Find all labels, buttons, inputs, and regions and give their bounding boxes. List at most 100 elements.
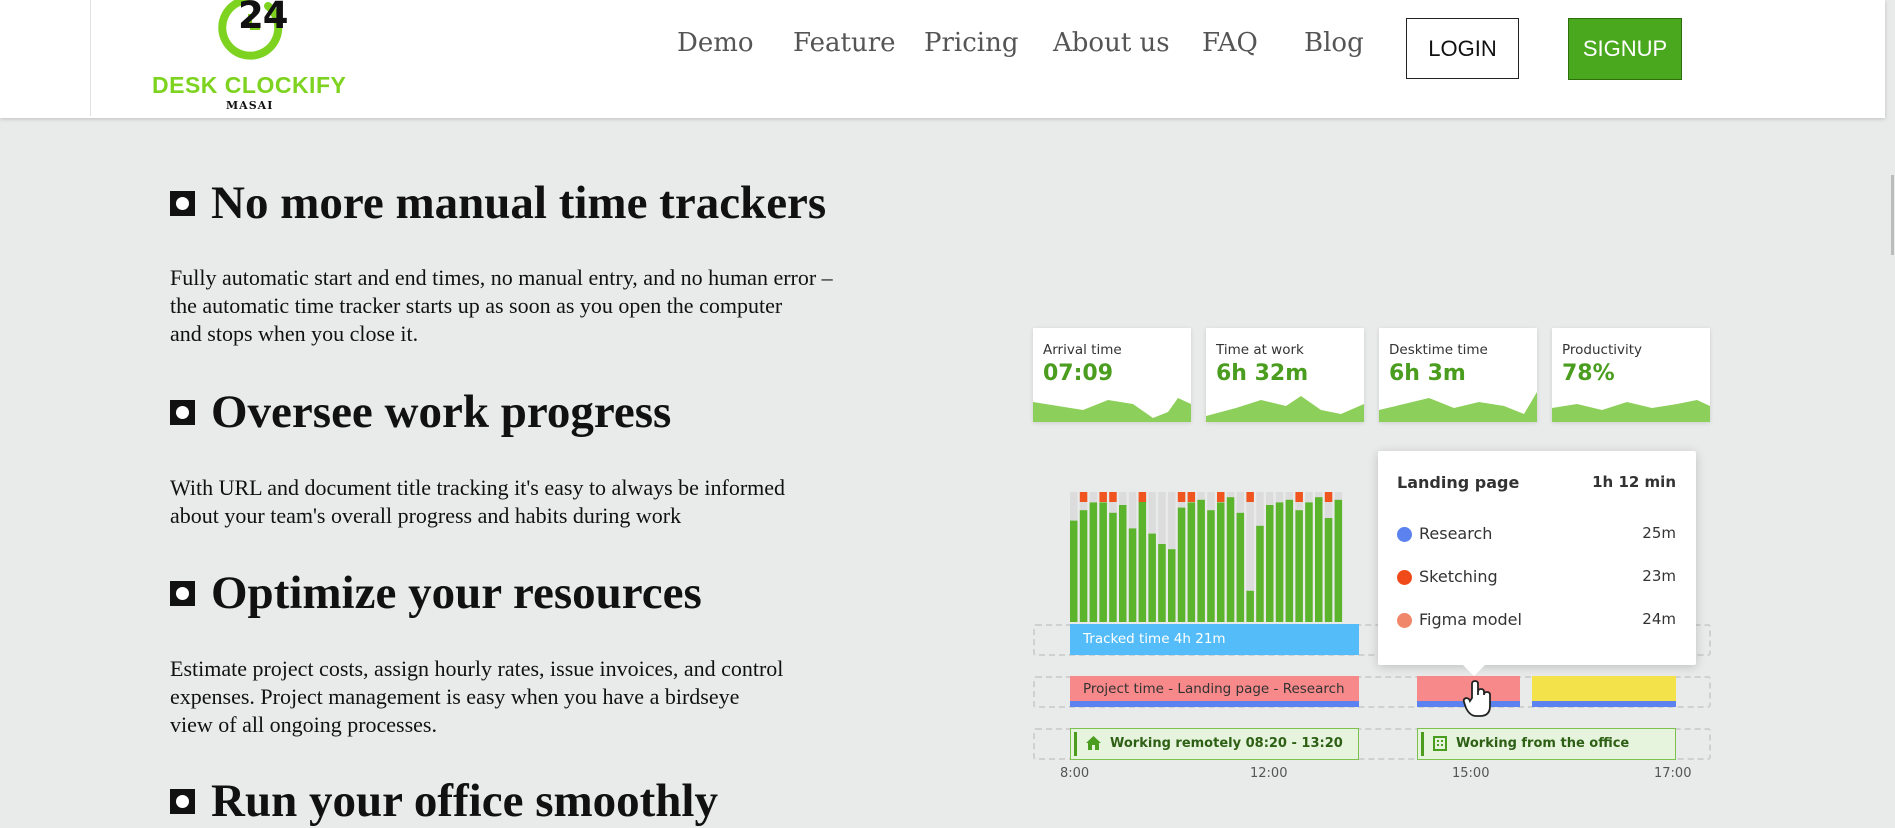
activity-bar — [1256, 525, 1264, 622]
activity-bar — [1315, 497, 1323, 622]
home-icon — [1086, 736, 1101, 750]
office-marker — [1421, 732, 1424, 756]
feature-text-1: Fully automatic start and end times, no … — [170, 265, 833, 346]
activity-bar — [1148, 533, 1156, 622]
sparkline — [1206, 396, 1364, 422]
bullet-icon — [170, 190, 195, 216]
activity-bar-unproductive — [1217, 492, 1225, 502]
activity-bar — [1226, 497, 1235, 622]
activity-bar — [1109, 512, 1117, 622]
logo[interactable]: 24 DESK CLOCKIFY MASAI — [150, 0, 350, 116]
activity-bar — [1158, 544, 1166, 622]
nav-pricing[interactable]: Pricing — [924, 28, 1019, 58]
nav-faq[interactable]: FAQ — [1202, 28, 1258, 58]
office-building-icon — [1433, 736, 1447, 751]
nav-feature[interactable]: Feature — [793, 28, 896, 58]
tracked-time-label: Tracked time 4h 21m — [1083, 631, 1226, 647]
activity-bar — [1266, 505, 1274, 622]
activity-bar — [1079, 510, 1088, 622]
activity-bar-chart — [1070, 492, 1343, 622]
activity-bar — [1070, 520, 1078, 622]
activity-bar-unproductive — [1099, 492, 1107, 502]
activity-bar — [1177, 507, 1186, 622]
activity-bar-unproductive — [1187, 492, 1196, 502]
project-time-bar-3 — [1532, 676, 1676, 701]
activity-bar — [1128, 528, 1137, 622]
feature-title-3: Optimize your resources — [170, 566, 702, 620]
timeline-label-17: 17:00 — [1654, 766, 1692, 781]
feature-text-3: Estimate project costs, assign hourly ra… — [170, 656, 784, 737]
activity-bar — [1236, 512, 1245, 622]
hand-cursor-icon — [1462, 680, 1491, 717]
signup-button[interactable]: SIGNUP — [1568, 18, 1682, 80]
nav-blog[interactable]: Blog — [1304, 28, 1364, 58]
project-research-strip-3 — [1532, 701, 1676, 707]
activity-bar — [1334, 499, 1343, 622]
activity-bar — [1217, 502, 1225, 622]
logo-subtitle: MASAI — [226, 99, 274, 112]
timeline-label-12: 12:00 — [1250, 766, 1288, 781]
stat-value: 07:09 — [1043, 361, 1114, 386]
header-divider — [90, 0, 91, 116]
activity-bar — [1138, 499, 1147, 622]
stat-card-desktime: Desktime time 6h 3m — [1379, 328, 1537, 422]
project-time-label: Project time - Landing page - Research — [1083, 681, 1345, 697]
stat-card-arrival: Arrival time 07:09 — [1033, 328, 1191, 422]
activity-bar — [1187, 502, 1196, 622]
stat-card-productivity: Productivity 78% — [1552, 328, 1710, 422]
nav-about-us[interactable]: About us — [1053, 28, 1170, 58]
stat-label: Time at work — [1216, 342, 1304, 358]
activity-bar — [1197, 499, 1205, 622]
remote-marker — [1074, 732, 1077, 756]
activity-bar-unproductive — [1177, 492, 1186, 502]
timeline-label-8: 8:00 — [1060, 766, 1090, 781]
project-research-strip — [1070, 701, 1359, 707]
bullet-icon — [170, 788, 195, 814]
logo-name: DESK CLOCKIFY — [152, 72, 347, 98]
activity-bar — [1275, 502, 1284, 622]
working-office-label: Working from the office — [1456, 736, 1630, 751]
site-header: 24 DESK CLOCKIFY MASAI Demo Feature Pric… — [0, 0, 1885, 118]
popup-item-duration: 23m — [1642, 567, 1676, 585]
stat-card-time-at-work: Time at work 6h 32m — [1206, 328, 1364, 422]
nav-demo[interactable]: Demo — [677, 28, 754, 58]
logo-number: 24 — [238, 0, 288, 37]
working-remotely-label: Working remotely 08:20 - 13:20 — [1110, 736, 1343, 751]
activity-bar — [1324, 518, 1333, 622]
timeline-label-15: 15:00 — [1452, 766, 1490, 781]
popup-item-name: Sketching — [1419, 567, 1498, 586]
activity-bar-unproductive — [1324, 492, 1333, 502]
activity-bar-unproductive — [1246, 492, 1254, 502]
stat-value: 6h 3m — [1389, 361, 1466, 386]
activity-bar — [1285, 499, 1294, 622]
sparkline — [1552, 400, 1710, 422]
activity-bar — [1119, 505, 1127, 622]
sparkline — [1379, 392, 1537, 422]
activity-bar — [1168, 549, 1176, 622]
activity-bar — [1246, 590, 1254, 622]
popup-item-name: Figma model — [1419, 610, 1522, 629]
activity-bar — [1089, 502, 1098, 622]
popup-total: 1h 12 min — [1592, 473, 1676, 491]
scrollbar-thumb[interactable] — [1891, 175, 1894, 255]
figma-dot-icon — [1397, 613, 1412, 628]
login-button[interactable]: LOGIN — [1406, 18, 1519, 79]
stat-label: Arrival time — [1043, 342, 1122, 358]
sketching-dot-icon — [1397, 570, 1412, 585]
activity-bar — [1099, 502, 1107, 622]
bullet-icon — [170, 580, 195, 606]
feature-title-4: Run your office smoothly — [170, 774, 718, 828]
activity-bar-unproductive — [1295, 492, 1303, 502]
activity-bar — [1305, 502, 1313, 622]
activity-bar-unproductive — [1138, 492, 1147, 502]
activity-bar — [1295, 510, 1303, 622]
popup-title: Landing page — [1397, 473, 1520, 492]
sparkline — [1033, 398, 1191, 422]
popup-item-name: Research — [1419, 524, 1493, 543]
popup-item-duration: 24m — [1642, 610, 1676, 628]
stat-label: Desktime time — [1389, 342, 1488, 358]
activity-bar-unproductive — [1079, 492, 1088, 502]
feature-text-2: With URL and document title tracking it'… — [170, 475, 786, 528]
activity-bar-unproductive — [1109, 492, 1117, 502]
bullet-icon — [170, 399, 195, 425]
